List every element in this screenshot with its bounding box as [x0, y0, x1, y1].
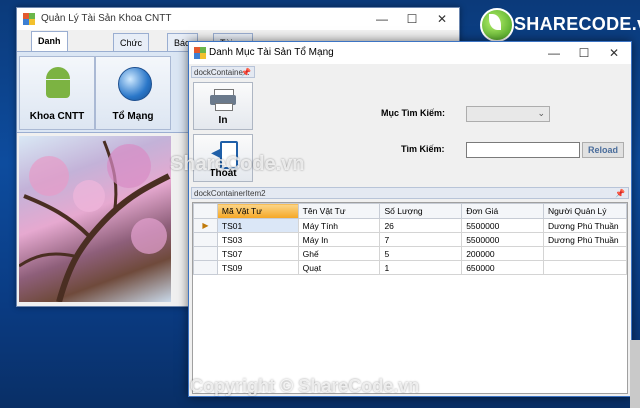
pin-icon[interactable]: 📌	[615, 188, 625, 200]
current-row-arrow-icon[interactable]: ▶	[193, 218, 218, 233]
printer-icon	[210, 89, 236, 111]
table-cell[interactable]: 200000	[461, 246, 544, 261]
table-cell[interactable]: Máy Tính	[297, 218, 381, 233]
grid-corner[interactable]	[193, 203, 218, 219]
row-header[interactable]	[193, 246, 218, 261]
table-cell[interactable]: 5	[379, 246, 463, 261]
table-cell[interactable]: Dương Phú Thuần	[543, 232, 627, 247]
dialog-minimize-button[interactable]: —	[539, 43, 569, 63]
table-row[interactable]: ▶ TS01 Máy Tính 26 5500000 Dương Phú Thu…	[193, 218, 627, 233]
dialog-app-icon	[194, 47, 206, 59]
tab-chuc-nang[interactable]: Chức Năng	[113, 33, 150, 66]
khoa-cntt-label: Khoa CNTT	[29, 111, 85, 122]
dialog-window: Danh Mục Tài Sản Tổ Mạng — ☐ ✕ dockConta…	[188, 41, 632, 397]
dock-bottom-title: dockContainerItem2	[194, 189, 266, 198]
globe-icon	[118, 67, 152, 101]
row-header[interactable]	[193, 232, 218, 247]
center-watermark: ShareCode.vn	[170, 153, 305, 175]
grid-header-row: Mã Vật Tư Tên Vật Tư Số Lượng Đơn Giá Ng…	[193, 203, 627, 219]
table-cell[interactable]: TS07	[216, 246, 299, 261]
print-label: In	[218, 115, 228, 126]
main-window-title: Quản Lý Tài Sản Khoa CNTT	[41, 13, 172, 24]
table-cell[interactable]: 5500000	[461, 232, 544, 247]
table-cell[interactable]: 26	[379, 218, 463, 233]
table-cell[interactable]: TS01	[216, 218, 299, 233]
dock-bottom-header[interactable]: dockContainerItem2 📌	[191, 187, 629, 199]
data-grid[interactable]: Mã Vật Tư Tên Vật Tư Số Lượng Đơn Giá Ng…	[192, 202, 628, 394]
search-category-label: Mục Tìm Kiếm:	[381, 108, 446, 118]
table-cell[interactable]	[543, 246, 627, 261]
column-header-so-luong[interactable]: Số Lượng	[379, 203, 463, 219]
dialog-close-button[interactable]: ✕	[599, 43, 629, 63]
table-cell[interactable]: 5500000	[461, 218, 544, 233]
table-cell[interactable]: Ghế	[297, 246, 381, 261]
background-photo	[19, 136, 171, 302]
copyright-watermark: Copyright © ShareCode.vn	[190, 376, 420, 396]
search-keyword-input[interactable]	[466, 142, 580, 158]
reload-button[interactable]: Reload	[582, 142, 624, 158]
dialog-titlebar: Danh Mục Tài Sản Tổ Mạng — ☐ ✕	[189, 42, 631, 64]
table-row[interactable]: TS09 Quạt 1 650000	[193, 260, 627, 275]
to-mang-label: Tổ Mạng	[112, 111, 154, 122]
table-row[interactable]: TS07 Ghế 5 200000	[193, 246, 627, 261]
print-button[interactable]: In	[193, 82, 253, 130]
column-header-nguoi-quan-ly[interactable]: Người Quản Lý	[543, 203, 627, 219]
tab-danh-muc-tai-san[interactable]: Danh Mục Tài Sản	[31, 31, 68, 100]
table-cell[interactable]: 1	[379, 260, 463, 275]
search-category-select[interactable]: ⌄	[466, 106, 550, 122]
android-icon	[44, 67, 72, 101]
khoa-cntt-button[interactable]: Khoa CNTT	[19, 56, 95, 130]
table-cell[interactable]: Máy In	[297, 232, 381, 247]
app-icon	[23, 13, 35, 25]
table-cell[interactable]: 650000	[461, 260, 544, 275]
logo-text: SHARECODE.vn	[514, 14, 640, 34]
dialog-title: Danh Mục Tài Sản Tổ Mạng	[209, 47, 334, 58]
main-window-titlebar: Quản Lý Tài Sản Khoa CNTT — ☐ ✕	[17, 8, 459, 30]
column-header-don-gia[interactable]: Đơn Giá	[461, 203, 544, 219]
table-cell[interactable]: Quạt	[297, 260, 381, 275]
column-header-ten-vat-tu[interactable]: Tên Vật Tư	[297, 203, 381, 219]
sharecode-logo: SHARECODE.vn	[480, 8, 640, 42]
table-cell[interactable]: Dương Phú Thuần	[543, 218, 627, 233]
column-header-ma-vat-tu[interactable]: Mã Vật Tư	[216, 203, 299, 219]
pin-icon[interactable]: 📌	[241, 67, 251, 79]
table-cell[interactable]: 7	[379, 232, 463, 247]
table-cell[interactable]: TS03	[216, 232, 299, 247]
row-header[interactable]	[193, 260, 218, 275]
tree-branches-image	[19, 140, 171, 302]
minimize-button[interactable]: —	[367, 9, 397, 29]
taskbar-edge	[630, 340, 640, 408]
table-row[interactable]: TS03 Máy In 7 5500000 Dương Phú Thuần	[193, 232, 627, 247]
search-keyword-label: Tìm Kiếm:	[401, 144, 445, 154]
table-cell[interactable]	[543, 260, 627, 275]
close-button[interactable]: ✕	[427, 9, 457, 29]
dock-top-header[interactable]: dockContaine... 📌	[191, 66, 255, 78]
to-mang-button[interactable]: Tổ Mạng	[95, 56, 171, 130]
maximize-button[interactable]: ☐	[397, 9, 427, 29]
grid-table: Mã Vật Tư Tên Vật Tư Số Lượng Đơn Giá Ng…	[193, 203, 627, 275]
chevron-down-icon: ⌄	[537, 108, 545, 118]
table-cell[interactable]: TS09	[216, 260, 299, 275]
dialog-maximize-button[interactable]: ☐	[569, 43, 599, 63]
